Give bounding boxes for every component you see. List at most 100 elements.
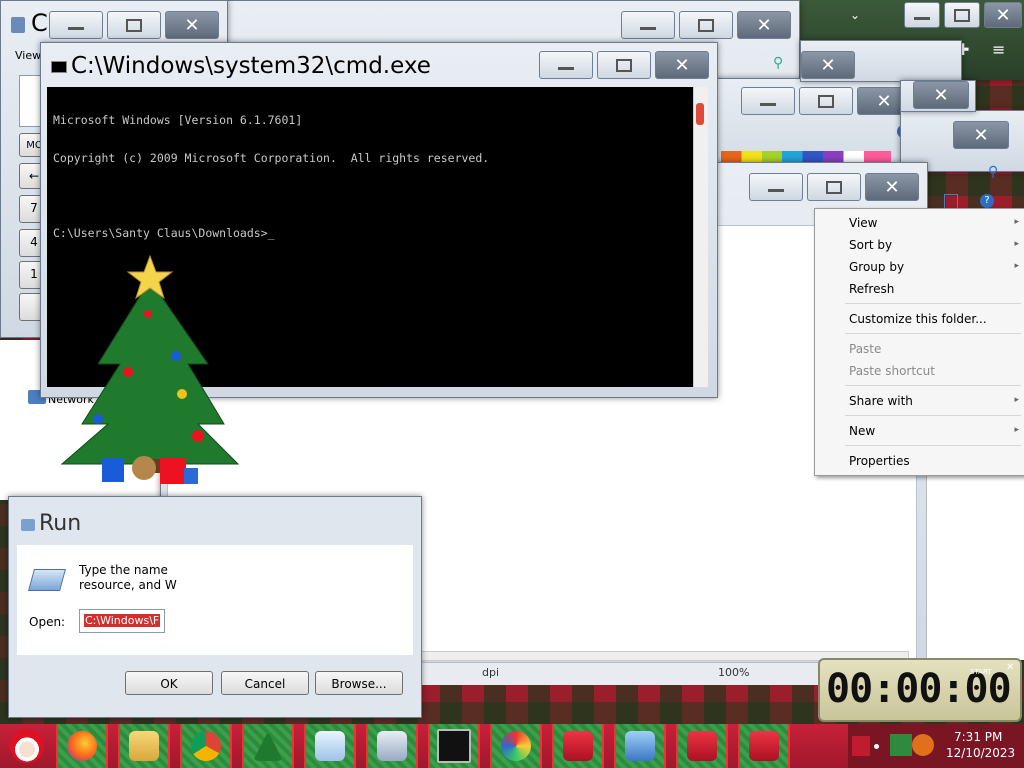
explorer-maximize-button[interactable]	[807, 173, 861, 201]
ornament	[93, 414, 103, 424]
browser-maximize-button[interactable]	[944, 2, 980, 28]
menu-item-sort-by[interactable]: Sort by	[849, 238, 892, 252]
menu-item-group-by[interactable]: Group by	[849, 260, 904, 274]
menu-item-properties[interactable]: Properties	[849, 454, 910, 468]
bg-top-maximize-button[interactable]	[679, 11, 733, 39]
gift	[102, 458, 124, 482]
run-dialog: Run Type the name resource, and W Open: …	[8, 496, 422, 718]
browser-minimize-button[interactable]	[904, 2, 940, 28]
taskbar-firefox[interactable]	[56, 724, 108, 768]
ornament	[144, 310, 152, 318]
context-menu: View ▸ Sort by ▸ Group by ▸ Refresh Cust…	[814, 208, 1024, 476]
taskbar-explorer[interactable]	[118, 724, 170, 768]
cmd-maximize-button[interactable]	[597, 51, 651, 79]
volume-icon[interactable]	[912, 734, 934, 756]
bg-top-minimize-button[interactable]	[621, 11, 675, 39]
timer-start-label[interactable]: START	[970, 668, 992, 676]
network-tray-icon[interactable]	[890, 734, 912, 756]
status-zoom: 100%	[718, 666, 750, 679]
menu-item-refresh[interactable]: Refresh	[849, 282, 894, 296]
explorer-icon	[129, 731, 159, 761]
santa-start-icon	[10, 729, 44, 763]
paint-minimize-button[interactable]	[741, 87, 795, 115]
right-window-2-close-button[interactable]: ✕	[953, 121, 1009, 149]
toolbox-icon	[563, 731, 593, 761]
run-browse-button[interactable]: Browse...	[315, 671, 403, 695]
explorer-minimize-button[interactable]	[749, 173, 803, 201]
right-window-3-close-button[interactable]: ✕	[801, 51, 855, 79]
browser-close-button[interactable]: ✕	[984, 2, 1022, 28]
start-button[interactable]	[2, 724, 52, 768]
search-icon[interactable]: ⚲	[773, 55, 783, 71]
taskbar-control-panel[interactable]	[614, 724, 666, 768]
tree-icon	[253, 731, 283, 761]
right-window-3: ✕	[800, 40, 962, 82]
paint-maximize-button[interactable]	[799, 87, 853, 115]
explorer-status-bar: dpi 100%	[420, 662, 820, 685]
chevron-down-icon[interactable]: ⌄	[850, 8, 860, 22]
run-open-value: C:\Windows\F	[84, 614, 161, 627]
menu-icon[interactable]: ≡	[992, 40, 1005, 59]
ornament	[123, 367, 133, 377]
explorer-help-icon[interactable]: ?	[980, 194, 994, 208]
explorer-search-icon[interactable]: ⚲	[988, 164, 998, 180]
calculator-icon	[377, 731, 407, 761]
console-line-3	[53, 189, 687, 202]
cmd-minimize-button[interactable]	[539, 51, 593, 79]
run-open-label: Open:	[29, 615, 66, 629]
menu-view[interactable]: View	[15, 49, 41, 62]
control-panel-icon	[625, 731, 655, 761]
taskbar-calculator[interactable]	[366, 724, 418, 768]
toolbox-icon	[749, 731, 779, 761]
tray-flag-icon[interactable]	[852, 736, 870, 756]
run-open-field[interactable]: C:\Windows\F	[79, 609, 165, 633]
run-ok-button[interactable]: OK	[125, 671, 213, 695]
menu-item-new[interactable]: New	[849, 424, 875, 438]
run-icon	[28, 569, 66, 591]
cmd-icon	[51, 61, 67, 73]
bg-left-close-button[interactable]: ✕	[165, 11, 219, 39]
system-tray: 7:31 PM 12/10/2023	[848, 724, 1024, 768]
gift	[160, 458, 186, 484]
taskbar-paint[interactable]	[490, 724, 542, 768]
clock-date[interactable]: 12/10/2023	[946, 746, 1015, 760]
window-title-partial: C	[31, 9, 48, 37]
right-window-4: ✕	[900, 80, 976, 112]
taskbar-toolbox-1[interactable]	[552, 724, 604, 768]
bg-left-maximize-button[interactable]	[107, 11, 161, 39]
menu-item-view[interactable]: View	[849, 216, 877, 230]
taskbar-toolbox-2[interactable]	[676, 724, 728, 768]
menu-item-paste: Paste	[849, 342, 882, 356]
bg-top-close-button[interactable]: ✕	[737, 11, 791, 39]
run-description-1: Type the name	[79, 563, 168, 577]
cmd-scroll-thumb[interactable]	[696, 103, 704, 125]
taskbar-toolbox-3[interactable]	[738, 724, 790, 768]
menu-separator	[845, 385, 1021, 386]
notepad-icon	[315, 731, 345, 761]
cmd-icon	[437, 729, 471, 763]
ornament	[192, 430, 204, 442]
run-title-icon	[21, 519, 35, 531]
menu-separator	[845, 333, 1021, 334]
clock-time[interactable]: 7:31 PM	[954, 730, 1002, 744]
right-window-4-close-button[interactable]: ✕	[913, 81, 969, 109]
cmd-close-button[interactable]: ✕	[655, 51, 709, 79]
close-icon[interactable]: ✕	[1006, 662, 1014, 673]
chevron-right-icon: ▸	[1014, 261, 1019, 271]
taskbar-cmd[interactable]	[428, 724, 480, 768]
console-prompt: C:\Users\Santy Claus\Downloads>_	[53, 225, 275, 240]
taskbar-notepad[interactable]	[304, 724, 356, 768]
timer-gadget[interactable]: 00:00:00 START ✕	[818, 658, 1022, 722]
run-cancel-button[interactable]: Cancel	[221, 671, 309, 695]
status-dpi: dpi	[482, 666, 500, 679]
console-line-1: Microsoft Windows [Version 6.1.7601]	[53, 113, 303, 127]
gift	[184, 468, 198, 484]
taskbar-tree[interactable]	[242, 724, 294, 768]
bg-left-minimize-button[interactable]	[49, 11, 103, 39]
cmd-vscroll[interactable]	[693, 87, 708, 387]
menu-item-customize[interactable]: Customize this folder...	[849, 312, 987, 326]
taskbar-chrome[interactable]	[180, 724, 232, 768]
firefox-icon	[67, 731, 97, 761]
explorer-close-button[interactable]: ✕	[865, 173, 919, 201]
menu-item-share-with[interactable]: Share with	[849, 394, 913, 408]
